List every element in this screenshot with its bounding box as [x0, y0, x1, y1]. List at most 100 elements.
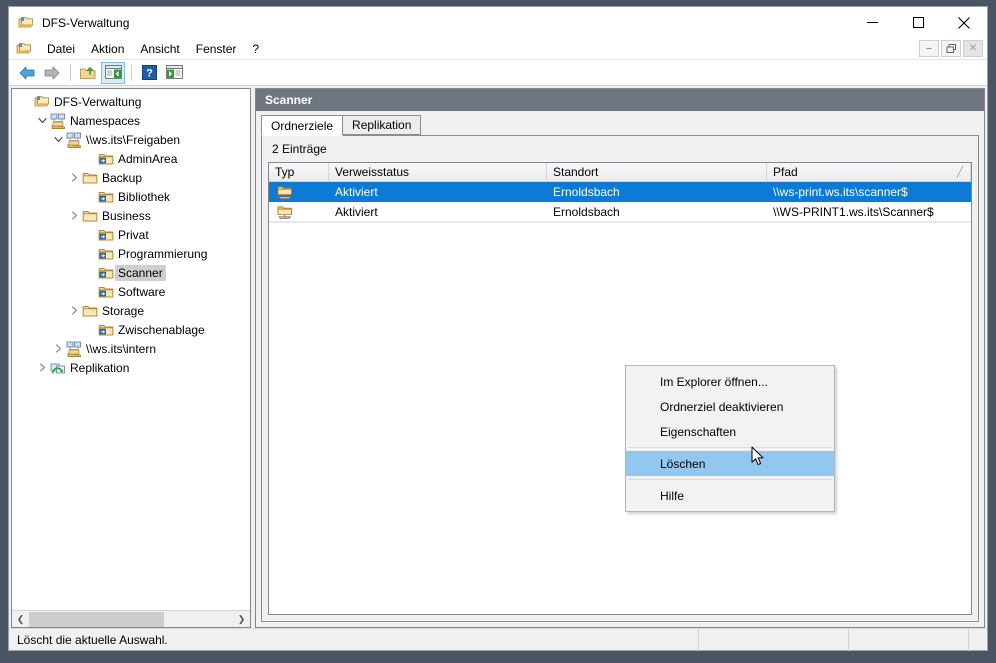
cell-location: Ernoldsbach	[553, 185, 620, 199]
scrollbar-track[interactable]	[29, 611, 233, 627]
show-action-pane-button[interactable]	[162, 62, 186, 84]
listview-header: Typ Verweisstatus Standort Pfad ╱	[269, 163, 971, 182]
column-header-label: Standort	[553, 165, 599, 179]
mdi-restore-button[interactable]	[941, 40, 961, 57]
context-menu-item-ordnerziel-deaktivieren[interactable]: Ordnerziel deaktivieren	[626, 394, 834, 419]
content-split: DFS-Verwaltung Namespaces \\ws.its\Freigab…	[9, 86, 987, 628]
context-menu-item-löschen[interactable]: Löschen	[626, 451, 834, 476]
chevron-right-icon[interactable]	[34, 360, 50, 376]
chevron-down-icon[interactable]	[34, 113, 50, 129]
context-menu[interactable]: Im Explorer öffnen... Ordnerziel deaktivi…	[625, 365, 835, 512]
namespace-icon	[66, 132, 82, 148]
tree-item-ws-its-freigaben[interactable]: \\ws.its\Freigaben	[12, 130, 250, 149]
maximize-button[interactable]	[895, 7, 941, 38]
shared-folder-icon	[277, 204, 293, 220]
menu-ansicht[interactable]: Ansicht	[132, 40, 187, 58]
back-button[interactable]	[15, 62, 39, 84]
column-header-label: Verweisstatus	[335, 165, 410, 179]
tree-item-software[interactable]: Software	[12, 282, 250, 301]
mdi-window-controls: – ✕	[917, 40, 983, 57]
column-header-typ[interactable]: Typ	[269, 163, 329, 181]
replication-icon	[50, 360, 66, 376]
menu-fenster[interactable]: Fenster	[188, 40, 245, 58]
status-cell-b	[849, 628, 969, 651]
folder-targets-listview[interactable]: Typ Verweisstatus Standort Pfad ╱ Aktiviert E…	[268, 162, 972, 615]
forward-button[interactable]	[40, 62, 64, 84]
dfs-management-icon	[18, 15, 34, 31]
tree-item-label: Business	[102, 208, 151, 223]
menu-help[interactable]: ?	[244, 40, 267, 58]
minimize-button[interactable]	[849, 7, 895, 38]
scroll-left-icon[interactable]: ❮	[12, 612, 29, 627]
chevron-right-icon[interactable]	[66, 170, 82, 186]
listview-body[interactable]: Aktiviert Ernoldsbach \\ws-print.ws.its\sc…	[269, 182, 971, 614]
tree-item-ws-its-intern[interactable]: \\ws.its\intern	[12, 339, 250, 358]
chevron-down-icon[interactable]	[50, 132, 66, 148]
menu-datei[interactable]: Datei	[39, 40, 83, 58]
dfs-management-icon	[16, 41, 32, 57]
tab-replikation[interactable]: Replikation	[342, 115, 422, 135]
cell-location: Ernoldsbach	[553, 204, 620, 219]
tree-item-adminarea[interactable]: AdminArea	[12, 149, 250, 168]
tree-item-label: Scanner	[115, 264, 166, 281]
tree-item-label: \\ws.its\Freigaben	[86, 132, 181, 147]
window-title: DFS-Verwaltung	[42, 15, 130, 30]
tree-item-zwischenablage[interactable]: Zwischenablage	[12, 320, 250, 339]
toolbar-separator	[70, 64, 71, 81]
dfs-folder-icon	[98, 265, 114, 281]
chevron-right-icon[interactable]	[66, 303, 82, 319]
menu-aktion[interactable]: Aktion	[83, 40, 132, 58]
chevron-right-icon[interactable]	[66, 208, 82, 224]
table-row[interactable]: Aktiviert Ernoldsbach \\ws-print.ws.its\sc…	[269, 182, 971, 202]
table-row[interactable]: Aktiviert Ernoldsbach \\WS-PRINT1.ws.its\S…	[269, 202, 971, 222]
details-pane: Scanner Ordnerziele Replikation 2 Einträg…	[255, 88, 985, 628]
tree-item-label: AdminArea	[118, 151, 178, 166]
scroll-right-icon[interactable]: ❯	[233, 612, 250, 627]
folder-icon	[82, 303, 98, 319]
mdi-close-button[interactable]: ✕	[963, 40, 983, 57]
tree-item-label: Storage	[102, 303, 145, 318]
mdi-minimize-button[interactable]: –	[919, 40, 939, 57]
column-header-pfad[interactable]: Pfad ╱	[767, 163, 971, 181]
tree-item-namespaces[interactable]: Namespaces	[12, 111, 250, 130]
tab-label: Ordnerziele	[271, 118, 334, 133]
context-menu-item-im-explorer-öffnen[interactable]: Im Explorer öffnen...	[626, 369, 834, 394]
chevron-right-icon[interactable]	[50, 341, 66, 357]
pane-header: Scanner	[256, 89, 984, 111]
tree-item-dfs-verwaltung[interactable]: DFS-Verwaltung	[12, 92, 250, 111]
tree-item-bibliothek[interactable]: Bibliothek	[12, 187, 250, 206]
namespaces-icon	[50, 113, 66, 129]
tab-ordnerziele[interactable]: Ordnerziele	[261, 115, 344, 136]
toolbar: ?	[9, 60, 987, 86]
console-tree[interactable]: DFS-Verwaltung Namespaces \\ws.its\Freigab…	[12, 89, 250, 610]
dfs-management-window: DFS-Verwaltung Datei Aktion Ansicht Fens…	[8, 6, 988, 651]
up-one-level-button[interactable]	[76, 62, 100, 84]
tree-item-scanner[interactable]: Scanner	[12, 263, 250, 282]
tree-item-label: Bibliothek	[118, 189, 171, 204]
help-button[interactable]: ?	[137, 62, 161, 84]
context-menu-item-eigenschaften[interactable]: Eigenschaften	[626, 419, 834, 444]
column-header-standort[interactable]: Standort	[547, 163, 767, 181]
dfs-folder-icon	[98, 322, 114, 338]
tree-horizontal-scrollbar[interactable]: ❮ ❯	[12, 610, 250, 627]
scrollbar-thumb[interactable]	[29, 611, 164, 627]
tree-item-privat[interactable]: Privat	[12, 225, 250, 244]
tree-item-label: Software	[118, 284, 166, 299]
tree-item-business[interactable]: Business	[12, 206, 250, 225]
column-header-verweisstatus[interactable]: Verweisstatus	[329, 163, 547, 181]
show-hide-console-tree-button[interactable]	[101, 61, 125, 84]
context-menu-item-hilfe[interactable]: Hilfe	[626, 483, 834, 508]
tree-item-replikation[interactable]: Replikation	[12, 358, 250, 377]
tree-item-programmierung[interactable]: Programmierung	[12, 244, 250, 263]
close-button[interactable]	[941, 7, 987, 38]
tree-item-label: Zwischenablage	[118, 322, 205, 337]
namespace-icon	[66, 341, 82, 357]
cell-path: \\ws-print.ws.its\scanner$	[773, 185, 908, 199]
context-menu-separator	[628, 447, 832, 448]
tree-item-storage[interactable]: Storage	[12, 301, 250, 320]
tree-item-label: Privat	[118, 227, 149, 242]
tree-item-backup[interactable]: Backup	[12, 168, 250, 187]
folder-icon	[82, 170, 98, 186]
